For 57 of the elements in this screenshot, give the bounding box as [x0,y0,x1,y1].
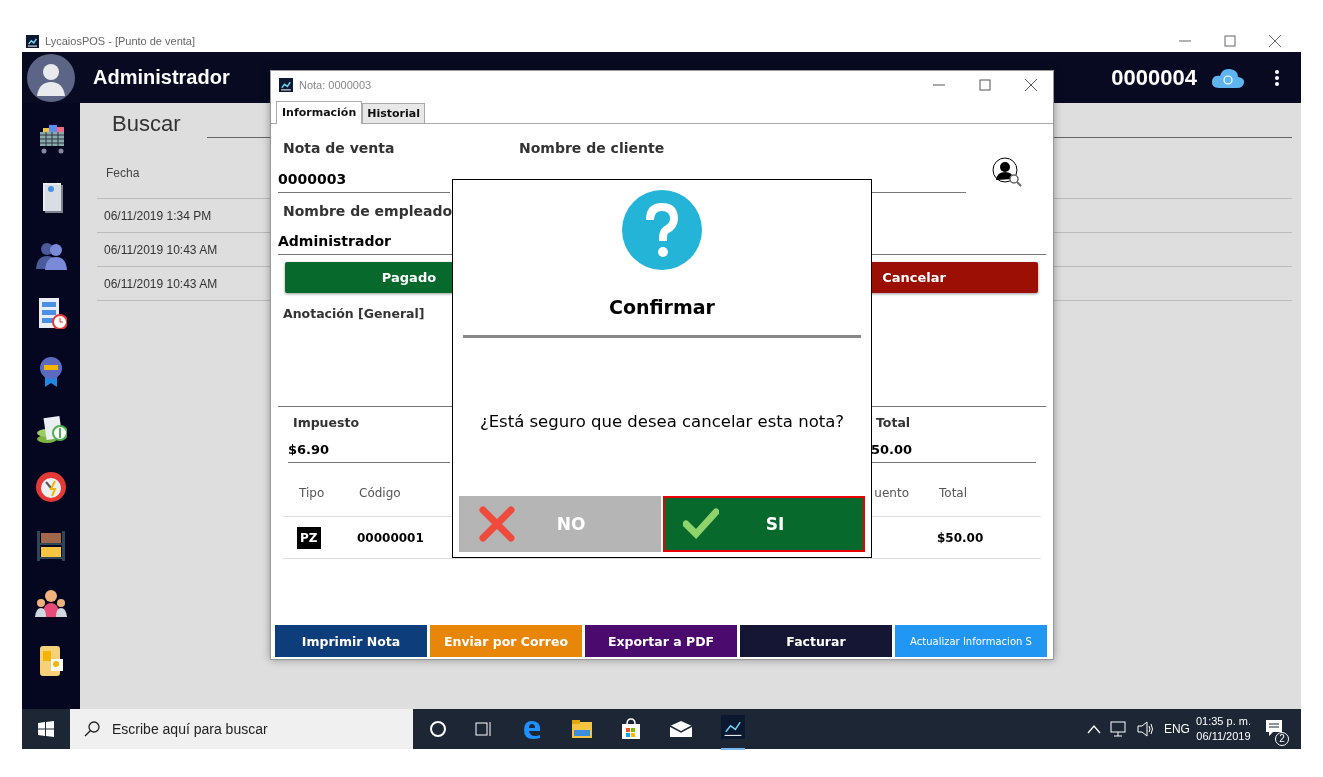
windows-start-icon[interactable] [38,721,54,737]
close-icon[interactable] [1269,35,1281,47]
total-label: Impuesto [292,414,360,432]
notification-count[interactable]: 2 [1275,731,1289,746]
app-logo-icon [279,78,293,92]
money-icon[interactable] [35,413,67,445]
field-label: Nombre de cliente [518,139,666,158]
network-icon[interactable] [1109,721,1128,737]
window-title: LycaiosPOS - [Punto de venta] [45,35,195,47]
x-icon [479,506,515,542]
check-icon [683,506,719,542]
task-view-icon[interactable] [475,720,493,738]
action-button[interactable]: Imprimir Nota [275,625,427,657]
tab[interactable]: Información [276,101,363,124]
user-search-icon[interactable] [992,157,1022,187]
dialog-message: ¿Está seguro que desea cancelar esta nota? [479,411,845,433]
app-logo-icon [26,34,39,48]
yes-button[interactable]: SI [663,496,865,552]
browser-icon[interactable] [521,718,543,740]
avatar-icon[interactable] [27,53,75,102]
table-cell: $50.00 [923,517,1041,559]
more-options-icon[interactable] [1275,69,1279,86]
total-label: Total [875,414,912,432]
annotation-label: Anotación [General] [282,305,425,323]
store-icon[interactable] [621,718,641,740]
field-label: Nombre de empleado [282,202,454,221]
clock-date[interactable]: 06/11/2019 [1196,729,1251,744]
clock-time[interactable]: 01:35 p. m. [1195,714,1251,729]
field-value: 0000003 [278,158,450,193]
taskbar-search-field[interactable]: Escribe aquí para buscar [70,709,413,749]
column-header: Total [923,463,1041,517]
people-icon[interactable] [35,587,67,619]
window-title: Nota: 0000003 [299,79,372,91]
action-button[interactable]: Exportar a PDF [585,625,737,657]
user-name: Administrador [93,66,230,89]
mail-icon[interactable] [669,720,693,738]
folder-icon[interactable] [571,719,593,739]
maximize-icon[interactable] [1224,35,1236,47]
volume-icon[interactable] [1136,721,1155,737]
search-label: Buscar [111,111,182,137]
maximize-icon[interactable] [979,79,991,91]
note-number: 0000004 [1111,64,1197,91]
unit-badge: PZ [297,526,321,549]
app-taskbar-icon[interactable] [721,714,745,739]
question-icon [622,190,702,270]
shelf-icon[interactable] [35,529,67,561]
circle-icon[interactable] [429,720,447,738]
column-header: Tipo [283,463,343,517]
tab[interactable]: Historial [362,103,425,123]
field-label: Nota de venta [282,139,396,158]
language-indicator[interactable]: ENG [1163,722,1190,736]
chevron-up-icon[interactable] [1086,724,1101,734]
total-value: $6.90 [288,435,450,463]
action-button[interactable]: Facturar [740,625,892,657]
close-icon[interactable] [1025,79,1037,91]
stopwatch-icon[interactable] [35,471,67,503]
search-icon [84,721,100,737]
